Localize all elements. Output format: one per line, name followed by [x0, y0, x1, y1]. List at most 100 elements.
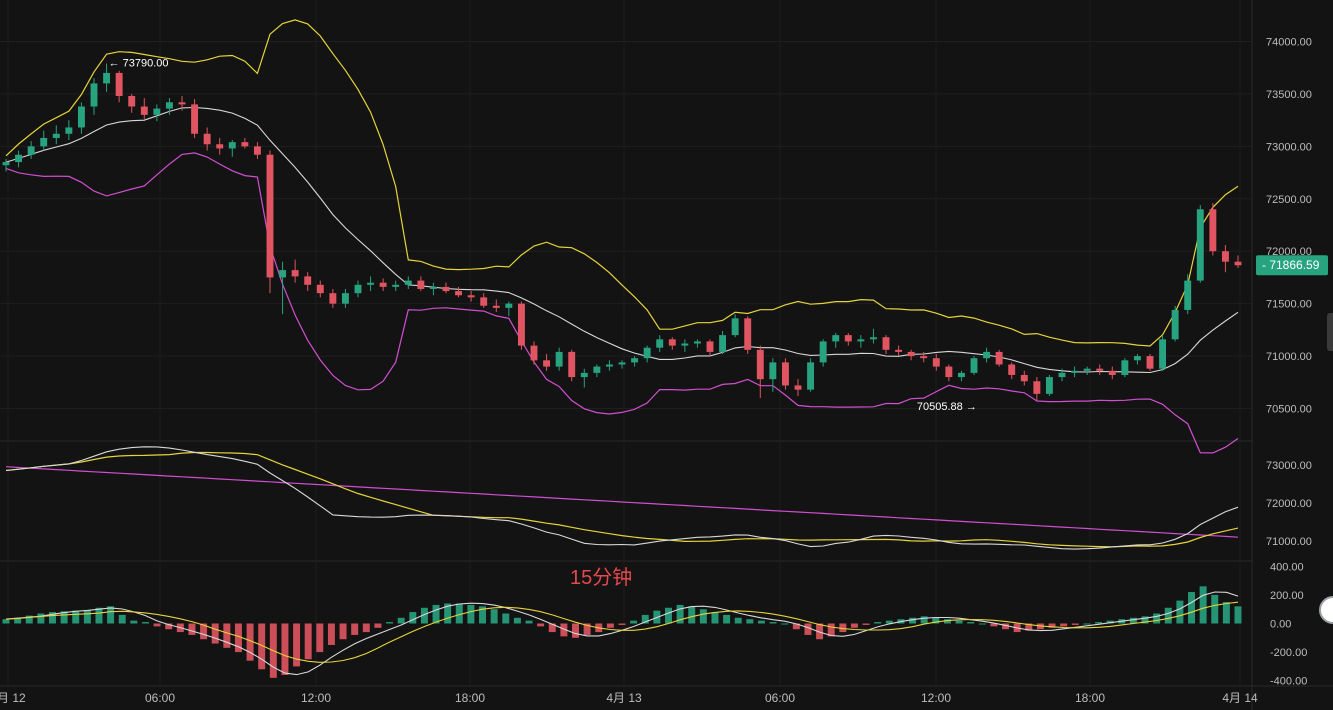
macd-histogram-bar: [757, 620, 765, 624]
macd-histogram-bar: [850, 623, 858, 628]
candle-body: [932, 358, 940, 367]
candle-body: [618, 362, 626, 365]
macd-histogram-bar: [188, 623, 196, 635]
candle-body: [882, 337, 890, 350]
candlestick-chart[interactable]: 74000.00 73500.00 73000.00 72500.00 72000.00…: [0, 0, 1333, 710]
bollinger-lower-line: [5, 152, 1239, 454]
macd-histogram-bar: [1199, 586, 1207, 624]
time-axis-tick: 06:00: [145, 691, 175, 705]
candle-body: [492, 305, 500, 308]
candle-body: [1221, 251, 1229, 262]
candle-body: [555, 351, 563, 367]
candle-body: [995, 351, 1003, 365]
macd-histogram-bar: [339, 623, 347, 640]
ma-mid-line: [5, 451, 1239, 548]
candle-body: [983, 351, 991, 359]
macd-histogram-bar: [1129, 617, 1137, 624]
candle-body: [1121, 360, 1129, 375]
candle-body: [781, 362, 789, 386]
candle-body: [165, 102, 173, 109]
candle-body: [128, 96, 136, 107]
candle-body: [52, 133, 60, 138]
time-axis-tick: 4月 14: [1222, 691, 1258, 705]
macd-histogram-bar: [153, 623, 161, 627]
candle-body: [693, 341, 701, 344]
candle-body: [253, 146, 261, 155]
price-axis-tick: 71000.00: [1266, 351, 1312, 363]
price-axis-tick: 73000.00: [1266, 141, 1312, 153]
timeframe-annotation: 15分钟: [570, 566, 632, 589]
candle-body: [1008, 364, 1016, 375]
candle-body: [1020, 374, 1028, 382]
candle-body: [832, 335, 840, 342]
candle-body: [1159, 339, 1167, 369]
high-price-marker: ← 73790.00: [109, 57, 169, 69]
macd-axis-tick: -200.00: [1270, 647, 1307, 659]
candle-body: [203, 133, 211, 145]
candle-body: [77, 106, 85, 128]
candle-body: [869, 337, 877, 340]
candle-body: [341, 293, 349, 304]
candle-body: [907, 351, 915, 357]
macd-histogram-bar: [223, 623, 231, 648]
candle-body: [819, 341, 827, 363]
candle-body: [379, 282, 387, 287]
macd-histogram-bar: [525, 620, 533, 624]
candle-body: [103, 72, 111, 84]
candle-body: [115, 72, 123, 96]
panel-collapse-handle[interactable]: [1327, 313, 1333, 351]
candle-body: [404, 280, 412, 285]
price-axis-tick: 71500.00: [1266, 299, 1312, 311]
candle-body: [920, 356, 928, 359]
candle-body: [643, 347, 651, 359]
candle-body: [1033, 381, 1041, 394]
macd-histogram-bar: [95, 607, 103, 624]
last-price-label: - 71866.59: [1262, 258, 1320, 272]
candle-body: [895, 349, 903, 352]
candle-body: [1196, 209, 1204, 281]
macd-histogram-bar: [316, 623, 324, 653]
macd-histogram-bar: [467, 604, 475, 624]
candle-body: [216, 144, 224, 149]
ma-axis-tick: 71000.00: [1266, 536, 1312, 548]
macd-histogram-bar: [665, 607, 672, 624]
macd-histogram-bar: [874, 622, 882, 624]
low-price-marker: 70505.88 →: [917, 401, 977, 413]
macd-histogram-bar: [83, 609, 91, 624]
macd-histogram-bar: [699, 609, 707, 624]
macd-histogram-bar: [362, 623, 370, 633]
candle-body: [744, 318, 752, 350]
candle-body: [316, 284, 324, 294]
macd-histogram-bar: [978, 623, 986, 625]
candle-body: [631, 358, 639, 363]
macd-histogram-bar: [281, 623, 289, 675]
macd-histogram-bar: [606, 623, 614, 628]
macd-histogram-bar: [1222, 602, 1230, 624]
candle-body: [794, 385, 802, 390]
macd-histogram-bar: [1153, 613, 1161, 624]
macd-histogram-bar: [955, 620, 963, 624]
macd-histogram-bar: [711, 612, 719, 624]
candle-body: [517, 303, 525, 346]
candle-body: [27, 146, 35, 155]
price-axis-tick: 73500.00: [1266, 89, 1312, 101]
candle-body: [719, 335, 727, 352]
candle-body: [1045, 377, 1053, 394]
price-axis-tick: 72500.00: [1266, 194, 1312, 206]
candle-body: [1171, 309, 1179, 340]
candle-body: [1234, 261, 1242, 266]
candle-body: [429, 286, 437, 289]
time-axis-tick: 18:00: [1075, 691, 1105, 705]
candle-body: [65, 127, 73, 134]
candle-body: [15, 154, 23, 163]
macd-histogram-bar: [327, 623, 335, 645]
macd-histogram-bar: [746, 619, 754, 624]
candle-body: [1058, 372, 1066, 378]
candle-body: [568, 351, 576, 378]
macd-histogram-bar: [1060, 623, 1068, 627]
candle-body: [191, 104, 199, 134]
macd-histogram-bar: [374, 623, 382, 628]
macd-histogram-bar: [1071, 623, 1079, 625]
candle-body: [1071, 370, 1079, 373]
time-axis-tick: 4月 13: [606, 691, 642, 705]
